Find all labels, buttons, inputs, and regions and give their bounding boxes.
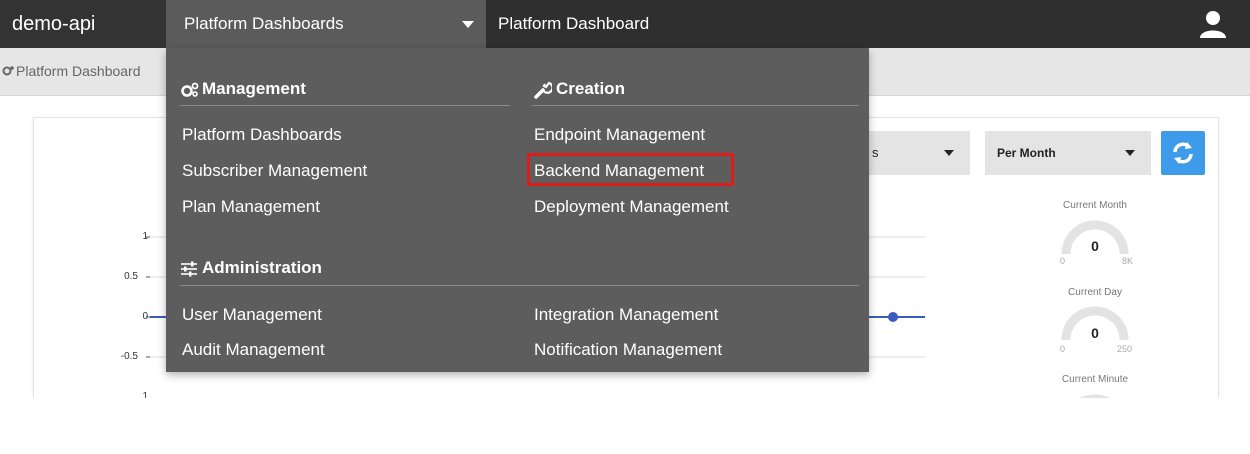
gauge-title: Current Month xyxy=(1063,200,1127,211)
divider xyxy=(180,105,510,106)
sliders-icon xyxy=(181,261,197,277)
menu-item-user-management[interactable]: User Management xyxy=(182,303,322,327)
menu-item-audit-management[interactable]: Audit Management xyxy=(182,338,325,362)
menu-item-integration-management[interactable]: Integration Management xyxy=(534,303,718,327)
menu-item-deployment-management[interactable]: Deployment Management xyxy=(534,195,729,219)
section-heading-label: Creation xyxy=(556,79,625,98)
refresh-icon xyxy=(1173,142,1193,164)
menu-item-plan-management[interactable]: Plan Management xyxy=(182,195,320,219)
range-select[interactable]: s xyxy=(860,131,970,175)
period-select[interactable]: Per Month xyxy=(985,131,1151,175)
gauge-value: 0 xyxy=(1091,325,1099,341)
dashboards-dropdown-menu: Management Platform Dashboards Subscribe… xyxy=(166,48,869,372)
gauge-max: 250 xyxy=(1117,344,1133,354)
y-tick-label: 0.5 xyxy=(124,271,138,282)
gauge-title: Current Day xyxy=(1068,287,1122,298)
caret-down-icon xyxy=(944,150,954,156)
period-select-value: Per Month xyxy=(997,146,1056,160)
cogs-icon xyxy=(181,82,199,97)
y-tick-label: 1 xyxy=(142,231,148,242)
gauge-title: Current Minute xyxy=(1061,374,1129,385)
menu-item-subscriber-management[interactable]: Subscriber Management xyxy=(182,159,367,183)
gauge-min: 0 xyxy=(1060,256,1066,266)
menu-item-notification-management[interactable]: Notification Management xyxy=(534,338,722,362)
range-select-value: s xyxy=(872,145,879,160)
caret-down-icon xyxy=(1125,150,1135,156)
gauge-min: 0 xyxy=(1060,344,1066,354)
section-heading-label: Management xyxy=(202,79,306,98)
menu-item-endpoint-management[interactable]: Endpoint Management xyxy=(534,123,705,147)
divider xyxy=(532,105,859,106)
wrench-icon xyxy=(534,81,552,99)
page-background xyxy=(0,398,1250,454)
menu-item-platform-dashboards[interactable]: Platform Dashboards xyxy=(182,123,342,147)
gauge-value: 0 xyxy=(1091,238,1099,254)
series-point[interactable] xyxy=(888,312,898,322)
divider xyxy=(180,285,859,286)
refresh-button[interactable] xyxy=(1161,131,1205,175)
y-tick-label: 0 xyxy=(142,311,148,322)
section-heading-label: Administration xyxy=(202,258,322,277)
y-tick-label: -0.5 xyxy=(120,351,138,362)
highlight-box xyxy=(527,153,734,186)
gauge-max: 8K xyxy=(1122,256,1134,266)
